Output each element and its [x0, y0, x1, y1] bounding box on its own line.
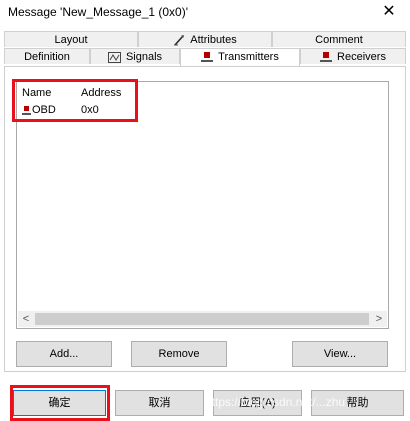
cancel-button[interactable]: 取消 — [115, 390, 204, 416]
ok-button[interactable]: 确定 — [13, 390, 106, 416]
tab-row-bottom: Definition Signals Transmitters Receiver… — [4, 48, 406, 66]
tab-label: Receivers — [337, 51, 386, 63]
window-title: Message 'New_Message_1 (0x0)' — [8, 5, 188, 19]
transmitters-list[interactable]: Name Address OBD 0x0 < > — [16, 81, 389, 329]
scroll-right-icon[interactable]: > — [371, 311, 387, 327]
tab-receivers[interactable]: Receivers — [300, 48, 406, 64]
node-icon — [22, 106, 31, 115]
remove-button[interactable]: Remove — [131, 341, 227, 367]
column-header-name[interactable]: Name — [22, 87, 51, 99]
tab-row-top: Layout Attributes Comment — [4, 31, 406, 48]
help-button[interactable]: 帮助 — [311, 390, 404, 416]
view-button[interactable]: View... — [292, 341, 388, 367]
tab-layout[interactable]: Layout — [4, 31, 138, 47]
apply-button[interactable]: 应用(A) — [213, 390, 302, 416]
tab-label: Signals — [125, 51, 163, 63]
tab-label: Layout — [54, 34, 88, 46]
row-name: OBD — [32, 104, 56, 116]
tab-label: Comment — [315, 34, 363, 46]
horizontal-scrollbar[interactable]: < > — [18, 311, 387, 327]
scroll-left-icon[interactable]: < — [18, 311, 34, 327]
add-button[interactable]: Add... — [16, 341, 112, 367]
tab-comment[interactable]: Comment — [272, 31, 406, 47]
transmitter-node-icon — [201, 51, 214, 62]
title-bar: Message 'New_Message_1 (0x0)' ✕ — [0, 0, 410, 26]
tab-definition[interactable]: Definition — [4, 48, 90, 64]
scrollbar-thumb[interactable] — [35, 313, 369, 325]
column-header-address[interactable]: Address — [81, 87, 121, 99]
attributes-icon — [174, 35, 185, 46]
tab-transmitters[interactable]: Transmitters — [180, 48, 300, 66]
tab-signals[interactable]: Signals — [90, 48, 180, 64]
tab-label: Attributes — [190, 34, 237, 46]
tab-label: Transmitters — [218, 51, 279, 63]
signals-icon — [107, 51, 121, 63]
row-address: 0x0 — [81, 104, 99, 116]
receiver-node-icon — [320, 51, 333, 62]
tab-label: Definition — [24, 51, 70, 63]
close-icon[interactable]: ✕ — [380, 3, 398, 21]
tab-attributes[interactable]: Attributes — [138, 31, 272, 47]
